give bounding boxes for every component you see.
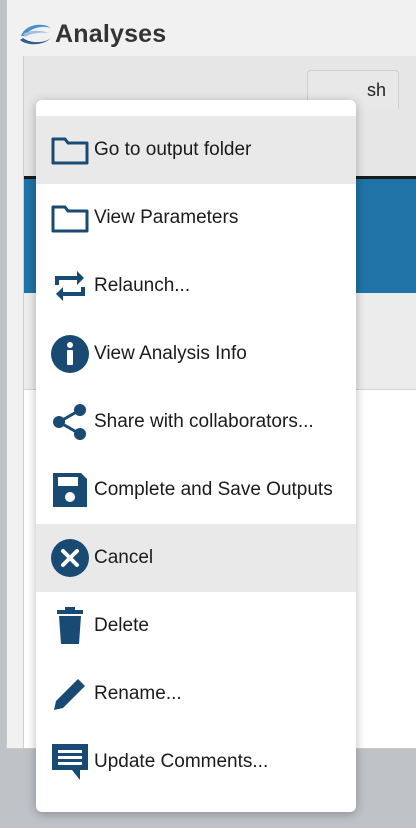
tab-label: sh — [366, 80, 386, 100]
menu-label: Complete and Save Outputs — [94, 479, 333, 500]
logo-icon — [20, 24, 51, 45]
info-icon — [48, 332, 92, 376]
menu-item-share-with-collaborators[interactable]: Share with collaborators... — [36, 388, 356, 456]
menu-label: Update Comments... — [94, 751, 269, 772]
menu-label: Delete — [94, 615, 149, 636]
save-icon — [48, 468, 92, 512]
menu-label: View Analysis Info — [94, 343, 247, 364]
menu-item-go-to-output-folder[interactable]: Go to output folder — [36, 116, 356, 184]
menu-item-view-analysis-info[interactable]: View Analysis Info — [36, 320, 356, 388]
menu-item-delete[interactable]: Delete — [36, 592, 356, 660]
menu-label: Rename... — [94, 683, 182, 704]
folder-outline-icon — [48, 196, 92, 240]
menu-item-update-comments[interactable]: Update Comments... — [36, 728, 356, 796]
menu-label: Relaunch... — [94, 275, 191, 296]
app-title: Analyses — [55, 19, 167, 48]
share-icon — [48, 400, 92, 444]
menu-item-relaunch[interactable]: Relaunch... — [36, 252, 356, 320]
menu-item-view-parameters[interactable]: View Parameters — [36, 184, 356, 252]
cancel-icon — [48, 536, 92, 580]
menu-item-rename[interactable]: Rename... — [36, 660, 356, 728]
pencil-icon — [48, 672, 92, 716]
menu-label: Share with collaborators... — [94, 411, 314, 432]
menu-item-complete-and-save-outputs[interactable]: Complete and Save Outputs — [36, 456, 356, 524]
title-bar: Analyses — [17, 14, 166, 54]
menu-label: Go to output folder — [94, 139, 252, 160]
trash-icon — [48, 604, 92, 648]
repeat-icon — [48, 264, 92, 308]
context-menu: Go to output folder View Parameters Rela… — [36, 100, 356, 812]
folder-icon — [48, 128, 92, 172]
menu-label: Cancel — [94, 547, 154, 568]
menu-item-cancel[interactable]: Cancel — [36, 524, 356, 592]
comment-icon — [48, 740, 92, 784]
menu-label: View Parameters — [94, 207, 239, 228]
